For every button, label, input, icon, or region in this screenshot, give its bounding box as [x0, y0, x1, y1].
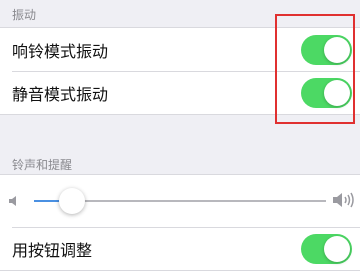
volume-slider-row [0, 175, 360, 227]
ringer-group: 用按钮调整 [0, 174, 360, 271]
volume-slider-thumb[interactable] [58, 188, 85, 214]
adjust-with-buttons-label: 用按钮调整 [12, 240, 93, 260]
highlight-box [275, 14, 355, 124]
ring-vibrate-label: 响铃模式振动 [12, 41, 109, 61]
toggle-knob [324, 236, 350, 262]
adjust-with-buttons-toggle[interactable] [301, 234, 352, 264]
volume-slider-track[interactable] [34, 188, 326, 214]
section-header-ringer: 铃声和提醒 [12, 158, 73, 172]
speaker-high-icon [333, 192, 354, 208]
silent-vibrate-label: 静音模式振动 [12, 84, 109, 104]
adjust-with-buttons-row: 用按钮调整 [0, 227, 360, 270]
speaker-low-icon [9, 196, 16, 206]
section-header-vibrate: 振动 [12, 8, 37, 22]
